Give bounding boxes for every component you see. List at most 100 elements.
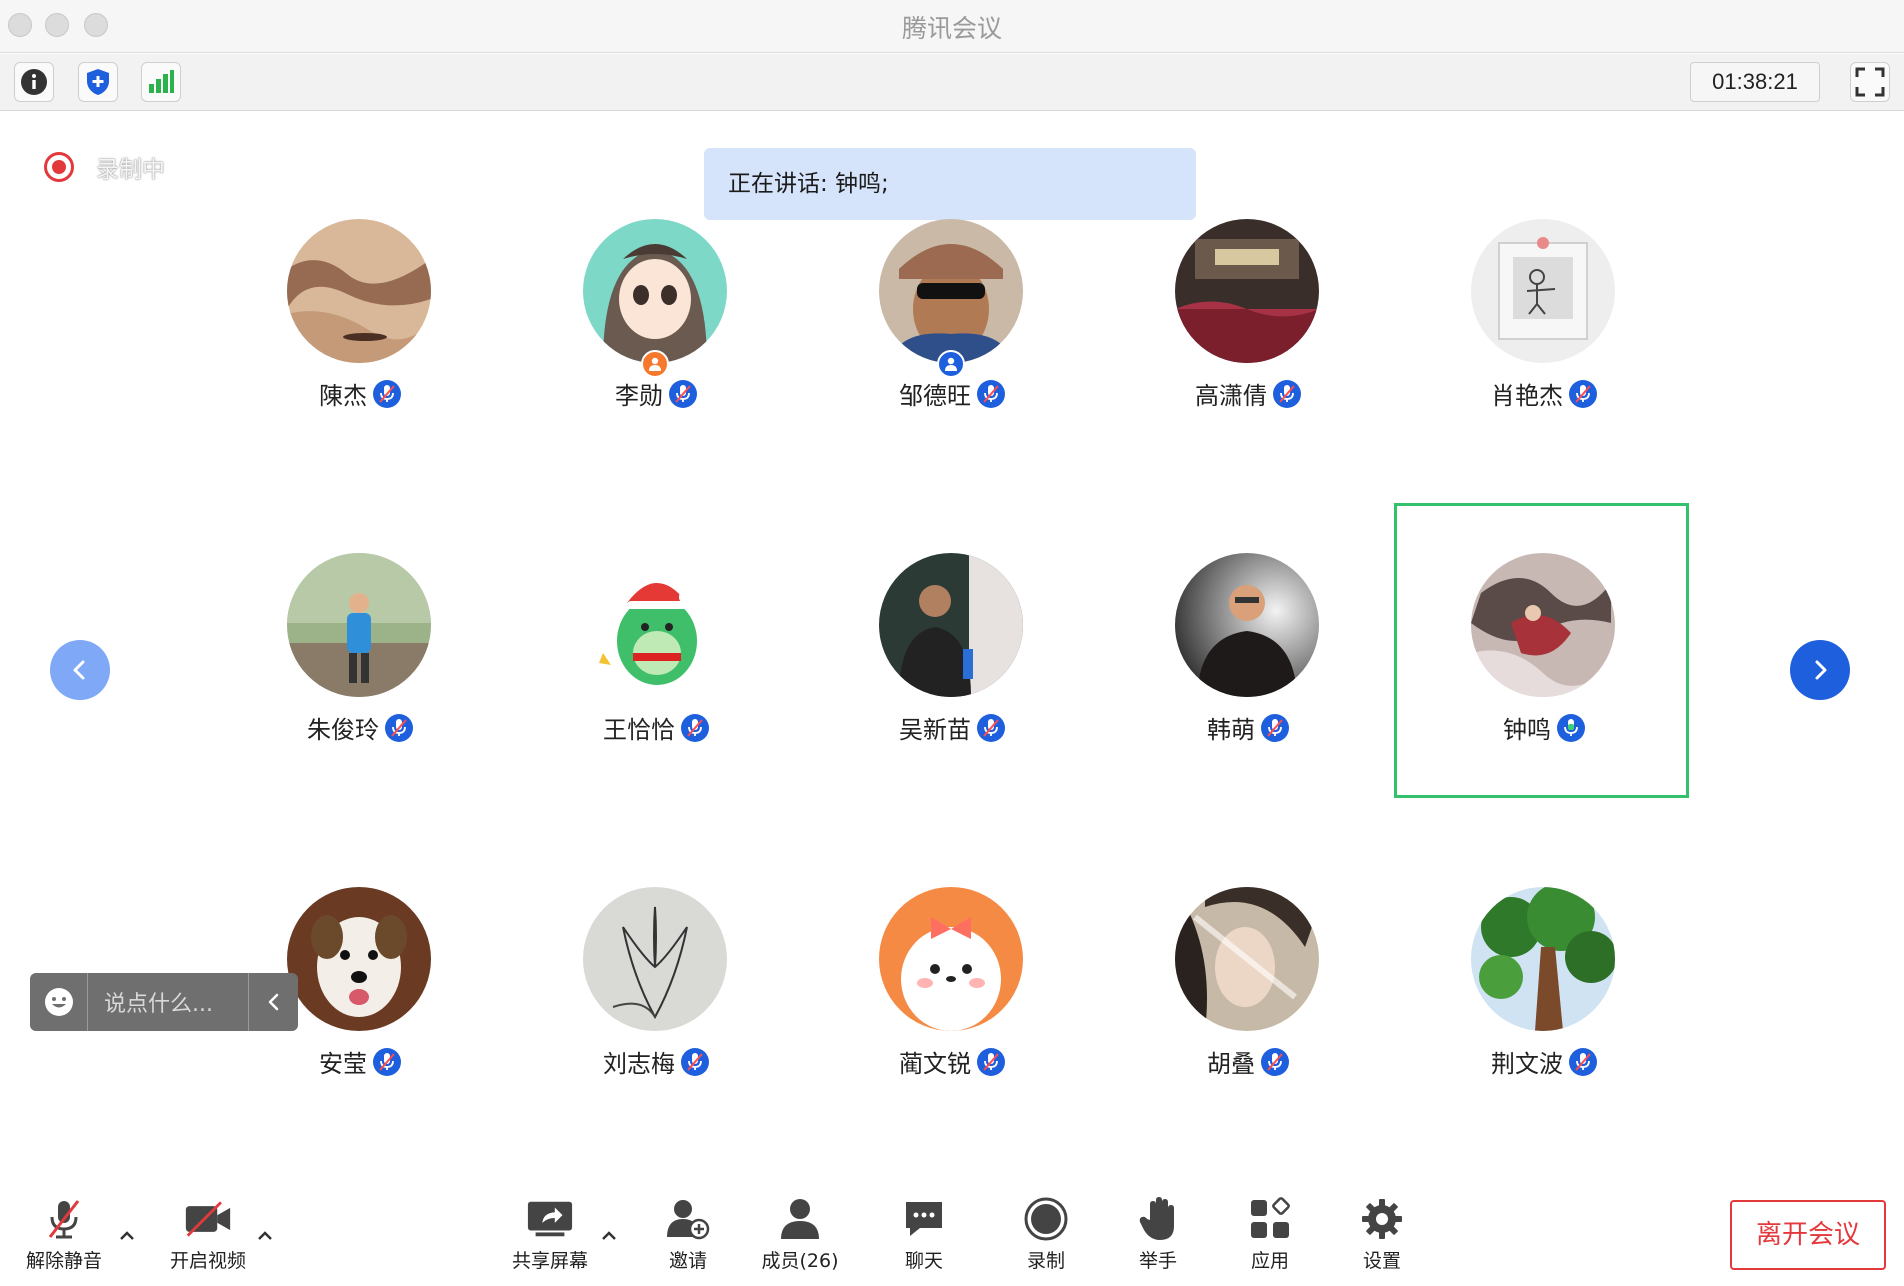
participant-name-row: 高潇倩 <box>1118 376 1378 411</box>
participant-tile[interactable]: 肖艳杰 <box>1414 219 1674 439</box>
participant-tile[interactable]: 韩萌 <box>1118 553 1378 773</box>
previous-page-button[interactable] <box>50 640 110 700</box>
title-bar: 腾讯会议 <box>0 0 1904 53</box>
members-button[interactable]: 成员(26) <box>750 1196 850 1286</box>
participant-name: 邹德旺 <box>899 382 971 410</box>
mic-off-icon <box>40 1196 88 1242</box>
chevron-up-icon <box>120 1231 134 1240</box>
emoji-button[interactable] <box>30 973 88 1031</box>
mic-muted-icon <box>977 379 1005 408</box>
participant-name-row: 钟鸣 <box>1414 710 1674 745</box>
chevron-left-icon <box>268 993 278 1011</box>
speaking-banner: 正在讲话: 钟鸣; <box>704 148 1196 220</box>
participant-name: 安莹 <box>319 1050 367 1078</box>
shield-icon[interactable] <box>78 62 118 102</box>
participant-tile[interactable]: 高潇倩 <box>1118 219 1378 439</box>
smile-icon <box>44 988 73 1016</box>
record-label: 录制 <box>1026 1250 1065 1272</box>
participant-tile[interactable]: 胡叠 <box>1118 887 1378 1107</box>
chat-input[interactable]: 说点什么... <box>88 986 248 1018</box>
settings-label: 设置 <box>1362 1250 1401 1272</box>
participant-tile[interactable]: 荆文波 <box>1414 887 1674 1107</box>
participant-tile[interactable]: 陳杰 <box>230 219 490 439</box>
participant-tile-active-speaker[interactable]: 钟鸣 <box>1414 553 1674 773</box>
participant-name: 陳杰 <box>319 382 367 410</box>
participant-name: 高潇倩 <box>1195 382 1267 410</box>
participant-tile[interactable]: 朱俊玲 <box>230 553 490 773</box>
chevron-up-icon <box>602 1231 616 1240</box>
participant-name-row: 肖艳杰 <box>1414 376 1674 411</box>
participant-name-row: 王恰恰 <box>526 710 786 745</box>
participant-name: 李勋 <box>615 382 663 410</box>
share-screen-label: 共享屏幕 <box>511 1250 588 1272</box>
raise-hand-button[interactable]: 举手 <box>1108 1196 1208 1286</box>
video-off-icon <box>184 1196 232 1242</box>
record-button[interactable]: 录制 <box>996 1196 1096 1286</box>
participant-name: 胡叠 <box>1207 1050 1255 1078</box>
share-options-caret[interactable] <box>600 1226 618 1244</box>
avatar <box>287 219 431 363</box>
recording-indicator: 录制中 <box>44 150 165 184</box>
avatar <box>287 553 431 697</box>
members-label: 成员(26) <box>761 1250 839 1272</box>
avatar <box>879 219 1023 363</box>
avatar <box>287 887 431 1031</box>
participant-tile[interactable]: 李勋 <box>526 219 786 439</box>
signal-bars-icon[interactable] <box>141 62 181 102</box>
invite-label: 邀请 <box>668 1250 707 1272</box>
start-video-button[interactable]: 开启视频 <box>158 1196 258 1286</box>
participant-name: 荆文波 <box>1491 1050 1563 1078</box>
participant-tile[interactable]: 王恰恰 <box>526 553 786 773</box>
invite-button[interactable]: 邀请 <box>638 1196 738 1286</box>
apps-icon <box>1246 1196 1294 1242</box>
chat-button[interactable]: 聊天 <box>874 1196 974 1286</box>
record-icon <box>1022 1196 1070 1242</box>
participant-tile[interactable]: 吴新苗 <box>822 553 1082 773</box>
chat-icon <box>900 1196 948 1242</box>
gear-icon <box>1358 1196 1406 1242</box>
mic-muted-icon <box>681 713 709 742</box>
recording-dot-icon <box>44 152 74 182</box>
leave-meeting-button[interactable]: 离开会议 <box>1730 1200 1886 1270</box>
participant-name-row: 朱俊玲 <box>230 710 490 745</box>
next-page-button[interactable] <box>1790 640 1850 700</box>
participant-name-row: 邹德旺 <box>822 376 1082 411</box>
share-screen-button[interactable]: 共享屏幕 <box>500 1196 600 1286</box>
video-options-caret[interactable] <box>256 1226 274 1244</box>
mic-active-icon <box>1557 713 1585 742</box>
audio-options-caret[interactable] <box>118 1226 136 1244</box>
host-badge-icon <box>641 350 669 378</box>
participant-name: 肖艳杰 <box>1491 382 1563 410</box>
participant-name: 吴新苗 <box>899 716 971 744</box>
participant-name: 刘志梅 <box>603 1050 675 1078</box>
info-icon[interactable] <box>14 62 54 102</box>
apps-button[interactable]: 应用 <box>1220 1196 1320 1286</box>
cohost-badge-icon <box>937 350 965 378</box>
quick-chat-box: 说点什么... <box>30 973 298 1031</box>
apps-label: 应用 <box>1250 1250 1289 1272</box>
chevron-left-icon <box>73 660 85 680</box>
mic-muted-icon <box>373 379 401 408</box>
mic-muted-icon <box>1261 1047 1289 1076</box>
avatar <box>583 887 727 1031</box>
avatar <box>583 553 727 697</box>
mic-muted-icon <box>681 1047 709 1076</box>
participant-tile[interactable]: 刘志梅 <box>526 887 786 1107</box>
window-title: 腾讯会议 <box>901 14 1002 43</box>
participant-name: 王恰恰 <box>603 716 675 744</box>
add-user-icon <box>664 1196 712 1242</box>
collapse-chat-button[interactable] <box>248 973 298 1031</box>
participant-tile[interactable]: 蔺文锐 <box>822 887 1082 1107</box>
mic-muted-icon <box>1569 1047 1597 1076</box>
avatar <box>1471 553 1615 697</box>
avatar <box>1175 219 1319 363</box>
settings-button[interactable]: 设置 <box>1332 1196 1432 1286</box>
fullscreen-icon[interactable] <box>1850 62 1890 102</box>
participant-name: 朱俊玲 <box>307 716 379 744</box>
unmute-button[interactable]: 解除静音 <box>14 1196 114 1286</box>
participant-tile[interactable]: 邹德旺 <box>822 219 1082 439</box>
raise-hand-label: 举手 <box>1138 1250 1177 1272</box>
mic-muted-icon <box>977 713 1005 742</box>
mic-muted-icon <box>669 379 697 408</box>
participant-name: 蔺文锐 <box>899 1050 971 1078</box>
